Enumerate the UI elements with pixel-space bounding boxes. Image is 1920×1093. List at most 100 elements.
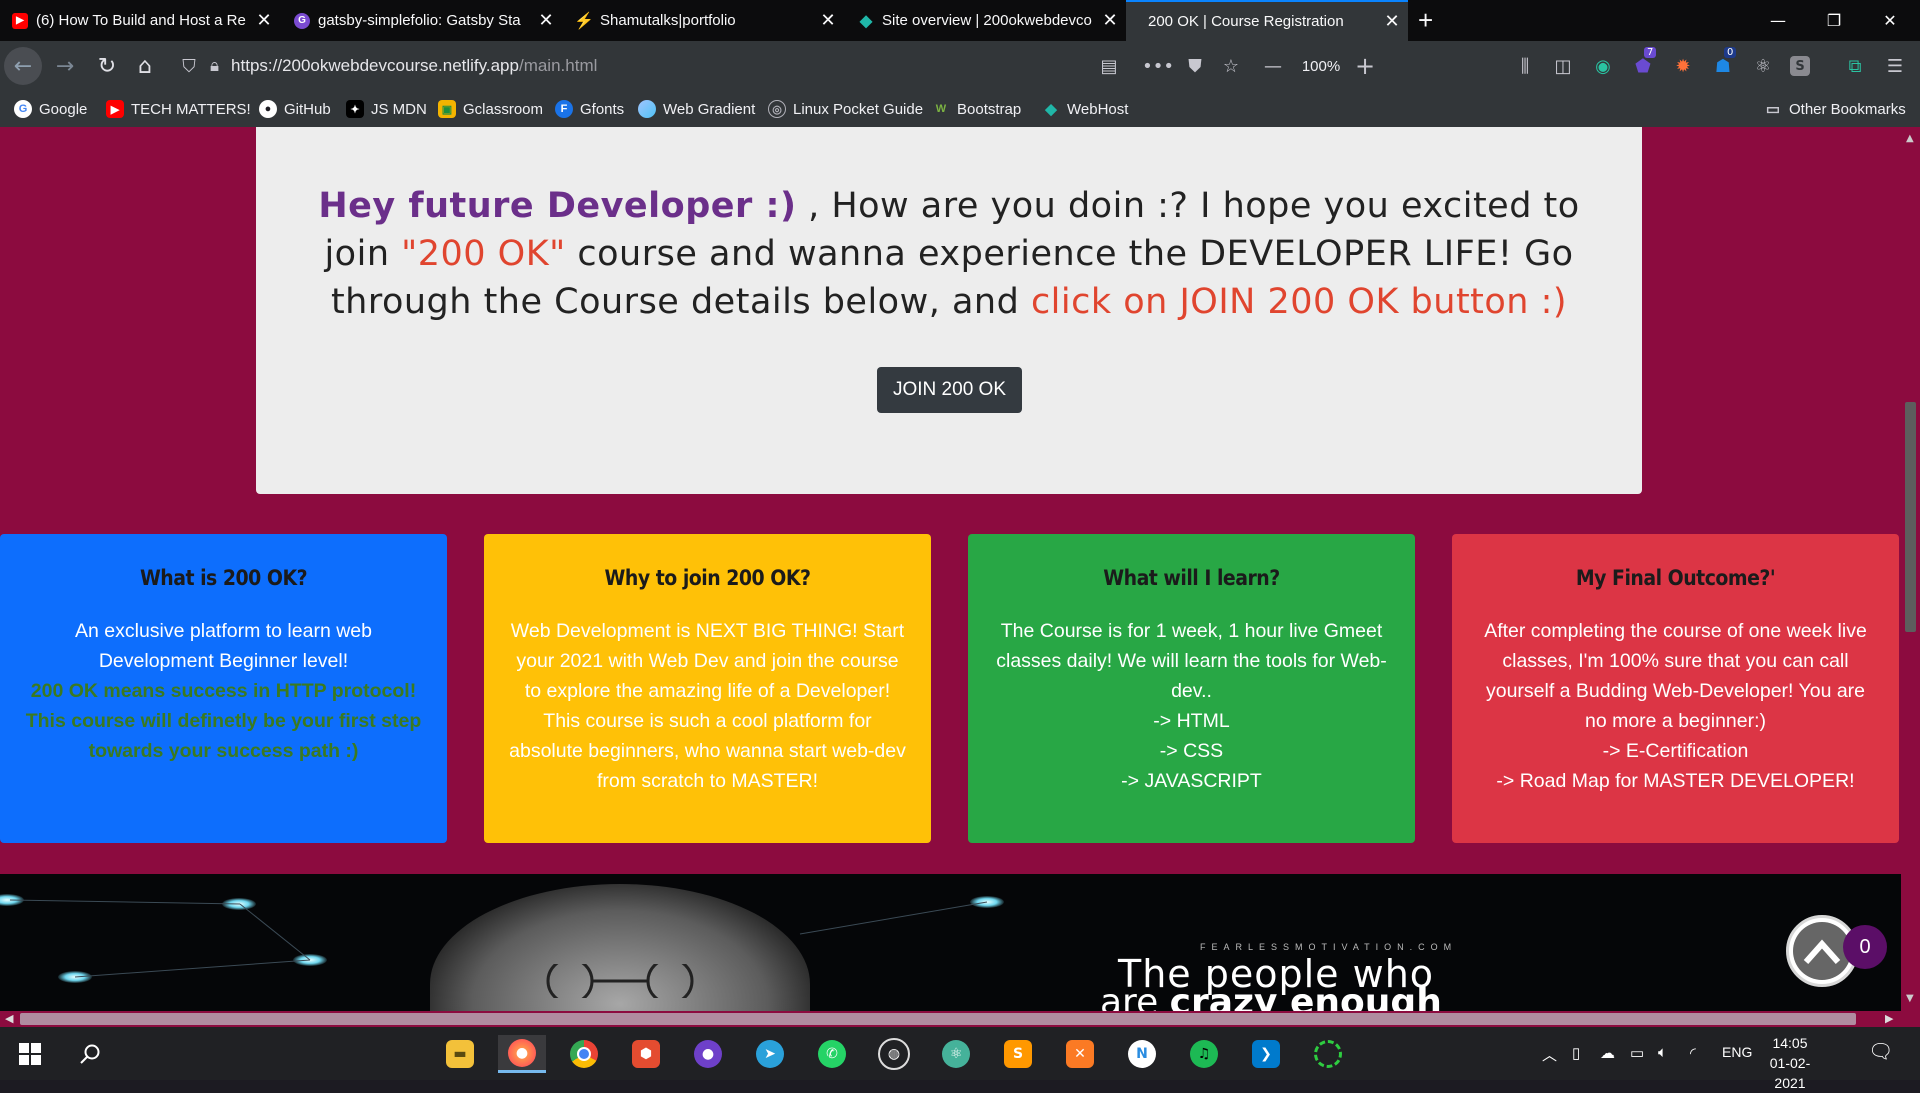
new-tab-button[interactable]: + [1410,0,1450,41]
s-extension-icon[interactable]: S [1790,56,1810,76]
start-button[interactable] [8,1035,52,1073]
other-bookmarks[interactable]: ▭ Other Bookmarks [1764,100,1906,119]
extensions-icon[interactable]: ⧉ [1842,53,1868,79]
bookmark-gclassroom[interactable]: ▣ Gclassroom [438,100,543,118]
card-body: Web Development is NEXT BIG THING! Start… [509,620,906,792]
scroll-up-arrow-icon[interactable]: ▲ [1906,133,1914,144]
bookmark-web-gradient[interactable]: Web Gradient [638,100,755,118]
motivation-banner: FEARLESSMOTIVATION.COM The people who ar… [0,874,1901,1011]
bookmark-google[interactable]: G Google [14,100,87,118]
bookmark-tech-matters[interactable]: ▶ TECH MATTERS! [106,100,251,118]
horizontal-scrollbar[interactable]: ◀ ▶ [0,1011,1920,1027]
close-icon[interactable]: ✕ [1376,11,1408,32]
gradient-icon [638,100,656,118]
url-bar[interactable]: 🔒︎ https://200okwebdevcourse.netlify.app… [210,48,1135,84]
taskbar-vscode[interactable]: ❯ [1244,1035,1288,1073]
banner-source: FEARLESSMOTIVATION.COM [1200,942,1458,952]
taskbar-whatsapp[interactable]: ✆ [810,1035,854,1073]
taskbar-telegram[interactable]: ➤ [748,1035,792,1073]
react-devtools-icon[interactable]: ⚛ [1750,53,1776,79]
close-icon[interactable]: ✕ [530,10,562,31]
wifi-icon[interactable]: ◜ [1690,1044,1696,1062]
taskbar-notion[interactable]: N [1120,1035,1164,1073]
search-button[interactable] [68,1035,112,1073]
taskbar-loader[interactable] [1306,1035,1350,1073]
loader-icon [1314,1040,1342,1068]
tab-course-registration[interactable]: 200 OK | Course Registration ✕ [1126,0,1408,41]
taskbar-sublime[interactable]: S [996,1035,1040,1073]
bootstrap-icon: W [935,103,947,115]
taskbar-chrome[interactable] [562,1035,606,1073]
tab-gatsby[interactable]: G gatsby-simplefolio: Gatsby Sta ✕ [282,0,562,41]
scrollbar-thumb[interactable] [20,1013,1856,1025]
join-button[interactable]: JOIN 200 OK [877,367,1022,413]
close-icon[interactable]: ✕ [812,10,844,31]
taskbar-file-explorer[interactable]: ▬ [438,1035,482,1073]
scroll-down-arrow-icon[interactable]: ▼ [1906,993,1914,1004]
scroll-left-arrow-icon[interactable]: ◀ [5,1012,13,1025]
close-icon[interactable]: ✕ [248,10,280,31]
bookmarks-toolbar: G Google ▶ TECH MATTERS! ● GitHub ✦ JS MDN ▣… [0,91,1920,128]
back-button[interactable]: ← [4,47,42,85]
volume-icon[interactable]: 🔈︎ [1658,1044,1667,1061]
zoom-out-button[interactable]: — [1260,53,1286,79]
sidebar-icon[interactable]: ◫ [1550,53,1576,79]
taskbar-spotify[interactable]: ♫ [1182,1035,1226,1073]
bookmark-github[interactable]: ● GitHub [259,100,331,118]
reader-view-icon[interactable]: ▤ [1096,53,1122,79]
shield-icon[interactable]: ⛉ [176,53,202,79]
restore-button[interactable]: ❐ [1806,0,1862,41]
star-icon[interactable]: ☆ [1218,53,1244,79]
page-actions-icon[interactable]: ••• [1142,53,1174,79]
cloud-icon[interactable]: ☁ [1600,1044,1615,1062]
bookmark-linux-pocket-guide[interactable]: ◎ Linux Pocket Guide [768,100,923,118]
card-body: After completing the course of one week … [1476,616,1875,796]
pocket-icon[interactable]: ⛊ [1182,53,1208,79]
taskbar-firefox[interactable]: ● [498,1035,546,1073]
home-button[interactable]: ⌂ [126,47,164,85]
close-icon[interactable]: ✕ [1094,10,1126,31]
account-icon[interactable]: ◉ [1590,53,1616,79]
battery-icon[interactable]: ▭ [1630,1044,1644,1062]
fox-extension-icon[interactable]: ✹ [1670,53,1696,79]
ghostery-icon[interactable]: ☗ 0 [1710,47,1737,79]
bookmark-label: Gclassroom [463,100,544,118]
taskbar-github-desktop[interactable]: ● [686,1035,730,1073]
taskbar-atom[interactable]: ⚛ [934,1035,978,1073]
taskbar-obs[interactable]: ◍ [872,1035,916,1073]
reload-button[interactable]: ↻ [88,47,126,85]
minimize-button[interactable]: — [1750,0,1806,41]
bookmark-webhost[interactable]: ◆ WebHost [1042,100,1128,119]
scrollbar-thumb[interactable] [1905,402,1916,632]
zoom-level[interactable]: 100% [1296,53,1346,79]
taskbar-git[interactable]: ⬢ [624,1035,668,1073]
menu-icon[interactable]: ☰ [1882,53,1908,79]
bookmark-label: Gfonts [580,100,625,118]
window-close-button[interactable]: ✕ [1862,0,1918,41]
notification-badge[interactable]: 0 [1843,925,1887,969]
system-clock[interactable]: 14:05 01-02-2021 [1755,1033,1825,1093]
notification-center-icon[interactable]: 🗨︎ [1868,1039,1893,1064]
forward-button[interactable]: → [46,47,84,85]
device-icon[interactable]: ▯ [1572,1044,1580,1062]
tab-title: 200 OK | Course Registration [1148,13,1344,30]
vertical-scrollbar[interactable]: ▲ ▼ [1901,127,1920,1011]
library-icon[interactable]: ⫼ [1512,53,1538,79]
chevron-up-icon[interactable]: ︿ [1542,1044,1557,1065]
bookmark-js-mdn[interactable]: ✦ JS MDN [346,100,427,118]
tab-portfolio[interactable]: ⚡ Shamutalks|portfolio ✕ [564,0,844,41]
atom-icon: ⚛ [942,1040,970,1068]
spotify-icon: ♫ [1190,1040,1218,1068]
extension-icon[interactable]: ⬟ 7 [1630,47,1657,79]
tab-netlify[interactable]: ◆ Site overview | 200okwebdevco ✕ [846,0,1126,41]
card-body-text: After completing the course of one week … [1484,620,1867,732]
language-indicator[interactable]: ENG [1722,1044,1752,1060]
fonts-icon: F [555,100,573,118]
zoom-in-button[interactable]: + [1352,52,1378,80]
taskbar-xampp[interactable]: ✕ [1058,1035,1102,1073]
tab-youtube[interactable]: ▶ (6) How To Build and Host a Re ✕ [0,0,280,41]
scroll-right-arrow-icon[interactable]: ▶ [1885,1012,1893,1025]
bookmark-bootstrap[interactable]: W Bootstrap [932,100,1021,118]
bookmark-gfonts[interactable]: F Gfonts [555,100,624,118]
card-title: What will I learn? [1103,566,1280,590]
